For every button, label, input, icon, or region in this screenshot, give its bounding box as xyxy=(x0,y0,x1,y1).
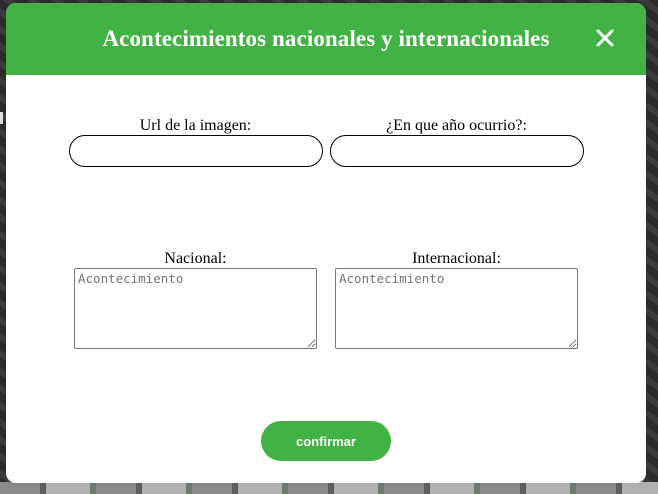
image-url-input[interactable] xyxy=(69,135,323,167)
background-gallery-strip xyxy=(0,482,658,494)
modal-header: Acontecimientos nacionales y internacion… xyxy=(6,3,646,75)
close-icon[interactable] xyxy=(594,27,616,49)
year-label: ¿En que año ocurrio?: xyxy=(386,117,527,134)
modal-title: Acontecimientos nacionales y internacion… xyxy=(102,26,550,51)
confirm-button[interactable]: confirmar xyxy=(261,421,391,461)
event-modal: Acontecimientos nacionales y internacion… xyxy=(6,3,646,483)
international-event-textarea[interactable] xyxy=(335,268,578,349)
national-event-textarea[interactable] xyxy=(74,268,317,349)
background-edge-mark xyxy=(0,112,3,124)
international-label: Internacional: xyxy=(412,250,501,267)
year-input[interactable] xyxy=(330,135,584,167)
national-label: Nacional: xyxy=(164,250,227,267)
url-label: Url de la imagen: xyxy=(139,117,252,134)
